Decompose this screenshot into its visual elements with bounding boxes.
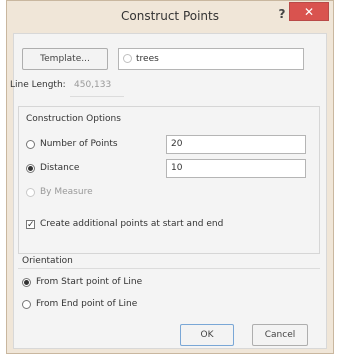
by-measure-label: By Measure: [40, 187, 93, 197]
construct-points-dialog: Construct Points ? ✕ Template... trees L…: [6, 0, 334, 354]
cancel-button[interactable]: Cancel: [252, 324, 308, 346]
template-button-label: Template...: [40, 54, 90, 64]
from-start-label[interactable]: From Start point of Line: [36, 277, 142, 287]
orientation-header: Orientation: [22, 256, 73, 266]
distance-input[interactable]: 10: [166, 159, 306, 178]
create-additional-checkbox[interactable]: ✓: [26, 220, 35, 230]
ok-button[interactable]: OK: [180, 324, 234, 346]
distance-radio[interactable]: [26, 164, 35, 173]
from-start-radio[interactable]: [22, 278, 31, 287]
cancel-button-label: Cancel: [264, 330, 296, 340]
from-end-radio[interactable]: [22, 300, 31, 309]
from-end-label[interactable]: From End point of Line: [36, 299, 137, 309]
template-field[interactable]: trees: [118, 48, 304, 70]
number-of-points-label[interactable]: Number of Points: [40, 139, 118, 149]
number-of-points-input[interactable]: 20: [166, 135, 306, 154]
title-bar: Construct Points ? ✕: [7, 1, 333, 31]
ok-button-label: OK: [200, 330, 214, 340]
close-icon: ✕: [303, 5, 315, 19]
dialog-body: Template... trees Line Length: 450,133 C…: [10, 33, 327, 349]
line-length-label: Line Length:: [10, 80, 66, 90]
template-button[interactable]: Template...: [22, 48, 108, 70]
help-button[interactable]: ?: [275, 6, 289, 22]
construction-options-header: Construction Options: [26, 114, 121, 124]
distance-label[interactable]: Distance: [40, 163, 79, 173]
by-measure-radio: [26, 188, 35, 197]
construction-options-group: [18, 106, 320, 254]
close-button[interactable]: ✕: [289, 2, 329, 21]
number-of-points-radio[interactable]: [26, 140, 35, 149]
create-additional-label[interactable]: Create additional points at start and en…: [40, 219, 223, 229]
line-length-divider: [70, 96, 124, 97]
template-circle-icon: [123, 54, 132, 63]
template-value: trees: [136, 54, 159, 64]
line-length-value: 450,133: [74, 80, 112, 90]
orientation-divider: [18, 268, 320, 269]
